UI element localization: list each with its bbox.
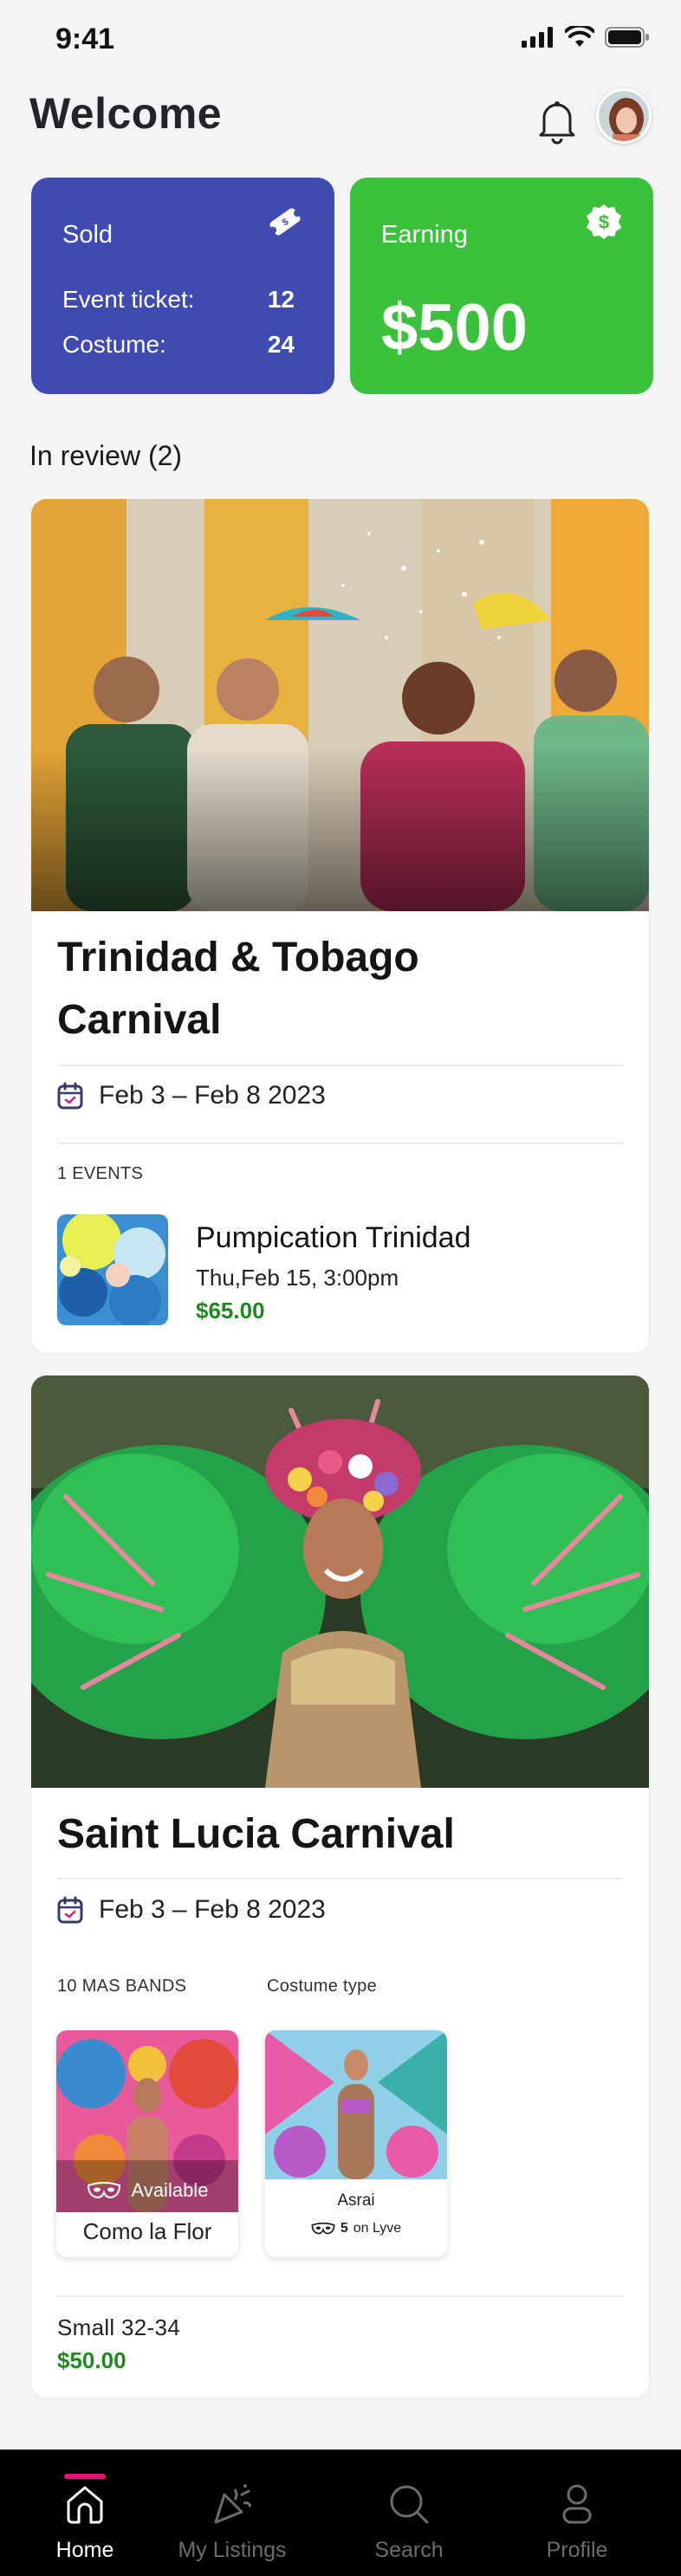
battery-icon xyxy=(605,27,649,48)
carnival-title-line1: Trinidad & Tobago xyxy=(57,935,419,981)
carnival-card-trinidad[interactable]: Trinidad & Tobago Carnival Feb 3 – Feb 8… xyxy=(31,499,649,1353)
status-icons xyxy=(522,26,650,49)
earning-value: $500 xyxy=(381,291,529,365)
band-availability: Available xyxy=(56,2179,238,2202)
event-title[interactable]: Pumpication Trinidad xyxy=(196,1221,471,1255)
avatar[interactable] xyxy=(596,88,652,144)
sold-card[interactable]: Sold $ Event ticket: 12 Costume: 24 xyxy=(31,178,334,394)
carnival-dates: Feb 3 – Feb 8 2023 xyxy=(99,1895,326,1924)
signal-icon xyxy=(522,27,553,48)
carnival-title-line2: Carnival xyxy=(57,997,222,1043)
status-time: 9:41 xyxy=(55,23,115,55)
divider xyxy=(57,1142,623,1144)
event-date: Thu,Feb 15, 3:00pm xyxy=(196,1265,399,1291)
costume-price: $50.00 xyxy=(57,2347,126,2373)
in-review-heading: In review (2) xyxy=(29,440,183,471)
mas-bands-label: 10 MAS BANDS xyxy=(57,1977,187,1996)
party-popper-icon xyxy=(214,2484,252,2524)
mask-icon xyxy=(311,2223,335,2235)
nav-profile-label: Profile xyxy=(546,2538,608,2562)
calendar-icon xyxy=(57,1082,83,1110)
band-count: 5 xyxy=(340,2221,348,2236)
event-price: $65.00 xyxy=(196,1298,265,1324)
band-image xyxy=(265,2030,447,2179)
wifi-icon xyxy=(565,26,594,47)
profile-icon xyxy=(562,2484,592,2524)
band-status: Available xyxy=(131,2179,209,2201)
nav-active-indicator xyxy=(64,2474,106,2479)
bottom-nav: Home My Listings Search Profile xyxy=(0,2450,681,2576)
band-name: Asrai xyxy=(337,2191,375,2210)
svg-text:$: $ xyxy=(599,211,609,233)
events-count-label: 1 EVENTS xyxy=(57,1164,144,1183)
costume-type-label: Costume type xyxy=(267,1977,377,1996)
carnival-title: Saint Lucia Carnival xyxy=(57,1811,455,1857)
status-bar: 9:41 xyxy=(0,0,681,78)
costume-size: Small 32-34 xyxy=(57,2314,181,2340)
event-thumbnail[interactable] xyxy=(57,1214,168,1325)
home-icon xyxy=(67,2486,103,2524)
divider xyxy=(57,1878,623,1880)
earning-title: Earning xyxy=(381,221,468,249)
sold-event-ticket-label: Event ticket: xyxy=(62,286,195,313)
carnival-dates: Feb 3 – Feb 8 2023 xyxy=(99,1081,326,1110)
ticket-icon: $ xyxy=(269,208,301,236)
carnival-date-row: Feb 3 – Feb 8 2023 xyxy=(57,1895,326,1925)
sold-event-ticket-value: 12 xyxy=(267,286,295,313)
nav-search[interactable]: Search xyxy=(324,2450,494,2576)
band-count-suffix: on Lyve xyxy=(353,2221,402,2236)
search-icon xyxy=(390,2485,429,2524)
divider xyxy=(57,2295,623,2297)
band-card-asrai[interactable]: Asrai 5 on Lyve xyxy=(265,2030,447,2257)
divider xyxy=(57,1065,623,1066)
dollar-badge-icon: $ xyxy=(587,204,621,239)
nav-my-listings[interactable]: My Listings xyxy=(147,2450,317,2576)
earning-card[interactable]: Earning $ $500 xyxy=(350,178,653,394)
sold-costume-value: 24 xyxy=(267,331,295,358)
nav-profile[interactable]: Profile xyxy=(492,2450,662,2576)
nav-my-listings-label: My Listings xyxy=(178,2538,287,2562)
carnival-date-row: Feb 3 – Feb 8 2023 xyxy=(57,1081,326,1110)
notification-bell-icon[interactable] xyxy=(535,97,579,146)
nav-home-label: Home xyxy=(55,2538,114,2562)
sold-costume-label: Costume: xyxy=(62,331,166,358)
sold-event-ticket-row: Event ticket: 12 xyxy=(62,286,295,314)
mask-icon xyxy=(87,2182,120,2199)
band-name: Como la Flor xyxy=(82,2218,212,2244)
calendar-icon xyxy=(57,1896,83,1924)
band-card-como-la-flor[interactable]: Available Como la Flor xyxy=(56,2030,238,2257)
carnival-hero-image xyxy=(31,1375,649,1788)
nav-search-label: Search xyxy=(374,2538,444,2562)
nav-home[interactable]: Home xyxy=(0,2450,170,2576)
sold-title: Sold xyxy=(62,221,114,249)
band-count-row: 5 on Lyve xyxy=(265,2221,447,2236)
page-title: Welcome xyxy=(29,89,223,138)
carnival-hero-image xyxy=(31,499,649,911)
sold-costume-row: Costume: 24 xyxy=(62,331,295,359)
